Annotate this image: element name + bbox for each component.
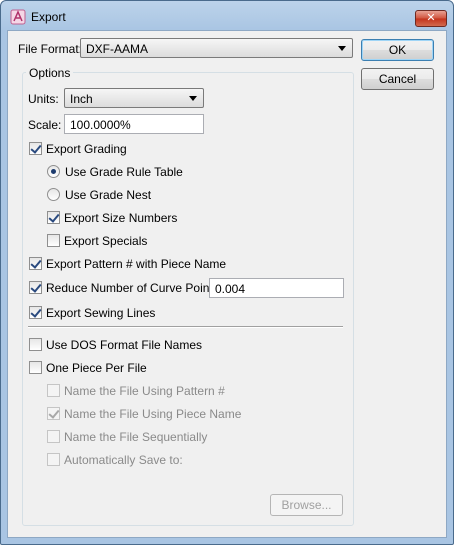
export-pattern-with-piece-name-checkbox[interactable] — [29, 257, 42, 270]
units-label: Units: — [28, 92, 59, 106]
name-sequentially-label: Name the File Sequentially — [64, 430, 208, 444]
use-grade-nest-radio[interactable] — [47, 188, 60, 201]
name-sequentially-checkbox[interactable] — [47, 430, 60, 443]
file-format-label: File Format: — [18, 42, 83, 56]
use-grade-rule-table-label: Use Grade Rule Table — [65, 165, 183, 179]
export-sewing-lines-checkbox[interactable] — [29, 306, 42, 319]
export-grading-label: Export Grading — [46, 142, 127, 156]
chevron-down-icon — [338, 46, 346, 51]
cancel-button[interactable]: Cancel — [361, 68, 434, 90]
export-size-numbers-checkbox[interactable] — [47, 211, 60, 224]
use-dos-format-checkbox[interactable] — [29, 338, 42, 351]
curve-points-input[interactable]: 0.004 — [209, 278, 344, 298]
name-using-piece-name-checkbox[interactable] — [47, 407, 60, 420]
one-piece-per-file-checkbox[interactable] — [29, 361, 42, 374]
units-value: Inch — [70, 92, 93, 106]
close-button[interactable]: ✕ — [415, 10, 447, 27]
file-format-select[interactable]: DXF-AAMA — [80, 38, 353, 58]
browse-button[interactable]: Browse... — [270, 494, 343, 516]
reduce-curve-points-label: Reduce Number of Curve Points — [46, 281, 219, 295]
scale-label: Scale: — [28, 118, 62, 132]
options-separator — [28, 326, 343, 328]
export-specials-label: Export Specials — [64, 234, 148, 248]
units-select[interactable]: Inch — [64, 88, 204, 108]
auto-save-label: Automatically Save to: — [64, 453, 183, 467]
export-size-numbers-label: Export Size Numbers — [64, 211, 178, 225]
export-pattern-with-piece-name-label: Export Pattern # with Piece Name — [46, 257, 227, 271]
ok-button[interactable]: OK — [361, 39, 434, 61]
use-dos-format-label: Use DOS Format File Names — [46, 338, 203, 352]
chevron-down-icon — [189, 96, 197, 101]
app-icon — [10, 9, 26, 25]
name-using-piece-name-label: Name the File Using Piece Name — [64, 407, 242, 421]
close-icon: ✕ — [426, 11, 436, 24]
reduce-curve-points-checkbox[interactable] — [29, 281, 42, 294]
window-title: Export — [31, 10, 66, 24]
auto-save-checkbox[interactable] — [47, 453, 60, 466]
file-format-value: DXF-AAMA — [86, 42, 149, 56]
use-grade-rule-table-radio[interactable] — [47, 165, 60, 178]
name-using-pattern-label: Name the File Using Pattern # — [64, 384, 225, 398]
title-bar[interactable]: Export ✕ — [1, 1, 453, 31]
one-piece-per-file-label: One Piece Per File — [46, 361, 147, 375]
export-sewing-lines-label: Export Sewing Lines — [46, 306, 156, 320]
use-grade-nest-label: Use Grade Nest — [65, 188, 152, 202]
export-specials-checkbox[interactable] — [47, 234, 60, 247]
name-using-pattern-checkbox[interactable] — [47, 384, 60, 397]
scale-input[interactable]: 100.0000% — [64, 114, 204, 134]
options-group-title: Options — [26, 66, 74, 80]
export-grading-checkbox[interactable] — [29, 142, 42, 155]
